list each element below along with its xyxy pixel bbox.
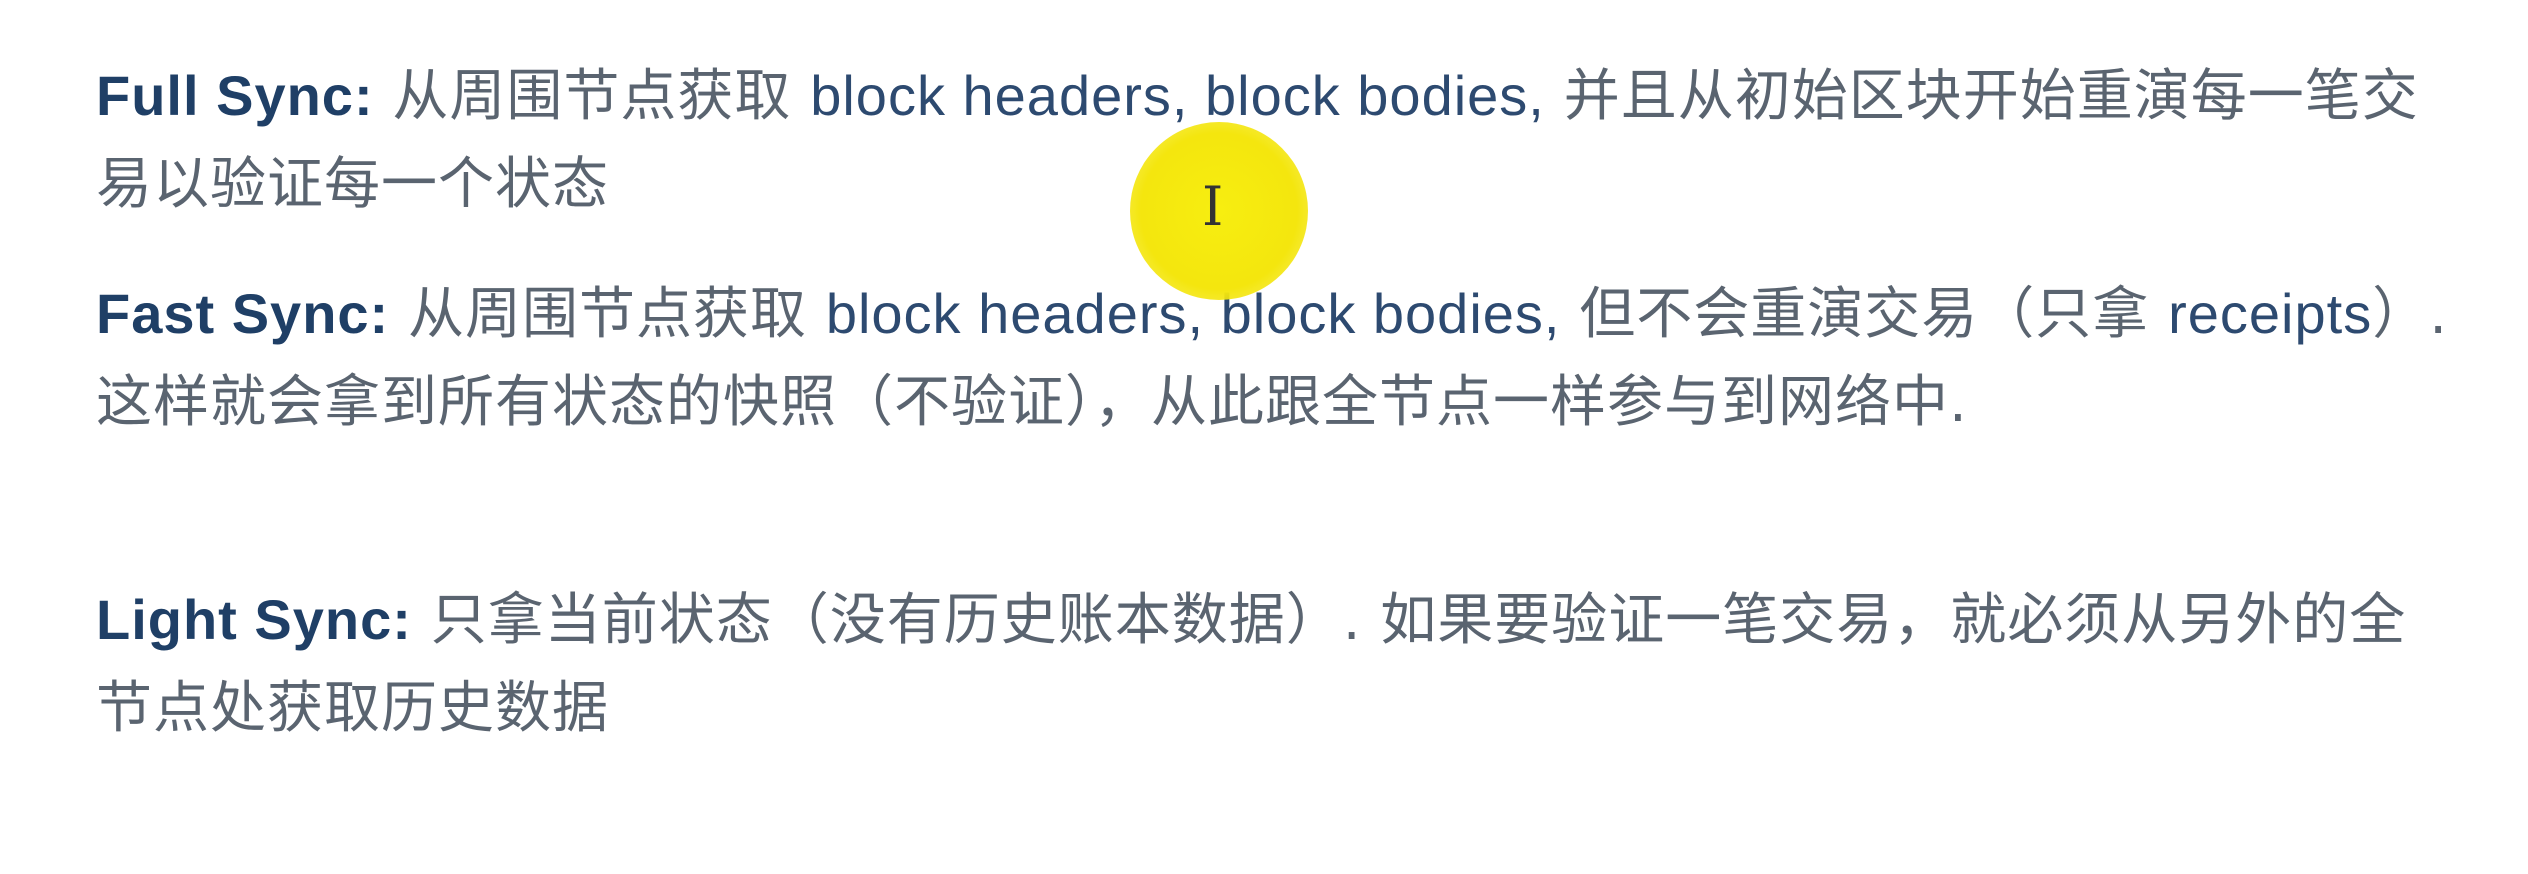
light-sync-text-1: 只拿当前状态（没有历史账本数据）. 如果要验证一笔交易，就必须从另外的全节点处获… <box>96 588 2407 741</box>
full-sync-term: Full Sync: <box>96 64 374 127</box>
fast-sync-text-4: receipts <box>2168 282 2373 345</box>
fast-sync-paragraph: Fast Sync: 从周围节点获取 block headers, block … <box>96 270 2456 447</box>
light-sync-term: Light Sync: <box>96 588 412 651</box>
full-sync-text-1: 从周围节点获取 <box>392 64 792 129</box>
fast-sync-term: Fast Sync: <box>96 282 390 345</box>
light-sync-paragraph: Light Sync: 只拿当前状态（没有历史账本数据）. 如果要验证一笔交易，… <box>96 576 2456 753</box>
fast-sync-text-1: 从周围节点获取 <box>408 282 808 347</box>
text-cursor-icon: I <box>1202 175 1224 238</box>
slide: Full Sync: 从周围节点获取 block headers, block … <box>0 0 2528 874</box>
fast-sync-text-3: 但不会重演交易（只拿 <box>1579 282 2150 347</box>
full-sync-text-2: block headers, block bodies, <box>810 64 1545 127</box>
